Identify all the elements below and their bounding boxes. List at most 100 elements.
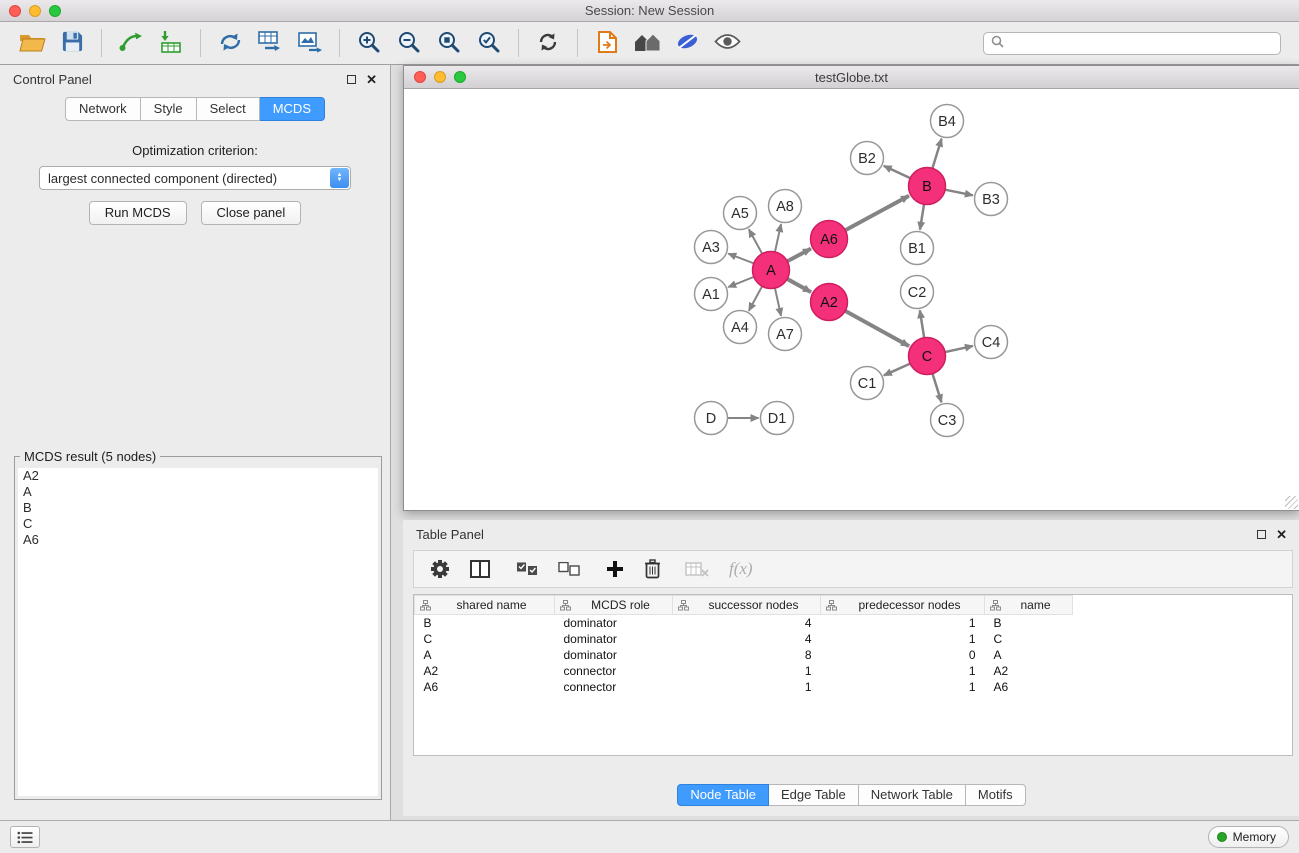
- show-columns-button[interactable]: [470, 560, 490, 578]
- graph-node-B4[interactable]: B4: [931, 105, 964, 138]
- network-from-table-button[interactable]: [250, 26, 290, 60]
- close-window-button[interactable]: [9, 5, 21, 17]
- show-hide-button[interactable]: [707, 26, 747, 60]
- save-session-button[interactable]: [52, 26, 92, 60]
- mcds-result-list[interactable]: A2ABCA6: [18, 468, 378, 796]
- network-canvas[interactable]: B4 B2 B B3 A5 A8 A6 B1 A3 A C2 A1 A2 A4 A7 C4 C C1 D D1 C3: [404, 89, 1299, 510]
- table-row[interactable]: A6connector11A6: [415, 679, 1073, 695]
- search-input[interactable]: [1009, 36, 1273, 50]
- tab-edge-table[interactable]: Edge Table: [769, 784, 859, 806]
- graph-node-B2[interactable]: B2: [851, 142, 884, 175]
- graph-edge-A-A5[interactable]: [749, 229, 762, 253]
- table-settings-button[interactable]: [430, 559, 450, 579]
- graph-edge-C-C4[interactable]: [945, 346, 973, 352]
- graph-edge-A-A8[interactable]: [775, 224, 781, 252]
- export-image-button[interactable]: [290, 26, 330, 60]
- float-panel-icon[interactable]: [347, 75, 356, 84]
- graph-edge-A2-C[interactable]: [845, 311, 909, 346]
- table-row[interactable]: Cdominator41C: [415, 631, 1073, 647]
- graph-node-D[interactable]: D: [695, 402, 728, 435]
- zoom-fit-button[interactable]: [429, 26, 469, 60]
- tab-network[interactable]: Network: [65, 97, 141, 121]
- graph-node-A8[interactable]: A8: [769, 190, 802, 223]
- task-history-button[interactable]: [10, 826, 40, 848]
- run-mcds-button[interactable]: Run MCDS: [89, 201, 187, 225]
- deselect-all-columns-button[interactable]: [558, 562, 580, 576]
- tab-network-table[interactable]: Network Table: [859, 784, 966, 806]
- mcds-result-item[interactable]: C: [18, 516, 378, 532]
- close-panel-icon[interactable]: ✕: [1276, 528, 1287, 541]
- tab-motifs[interactable]: Motifs: [966, 784, 1026, 806]
- add-column-button[interactable]: [606, 560, 624, 578]
- graph-node-C4[interactable]: C4: [975, 326, 1008, 359]
- graph-edge-A-A1[interactable]: [728, 277, 754, 287]
- network-window-titlebar[interactable]: testGlobe.txt: [404, 66, 1299, 89]
- graph-edge-B-B4[interactable]: [932, 139, 941, 169]
- table-row[interactable]: A2connector11A2: [415, 663, 1073, 679]
- graph-node-A5[interactable]: A5: [724, 197, 757, 230]
- open-file-button[interactable]: [12, 26, 52, 60]
- graph-node-B1[interactable]: B1: [901, 232, 934, 265]
- network-close-button[interactable]: [414, 71, 426, 83]
- toolbar-search[interactable]: [983, 32, 1281, 55]
- graph-edge-A-A6[interactable]: [787, 249, 811, 262]
- refresh-layout-button[interactable]: [528, 26, 568, 60]
- optimization-criterion-dropdown[interactable]: largest connected component (directed) ▲…: [39, 166, 351, 190]
- zoom-window-button[interactable]: [49, 5, 61, 17]
- graph-edge-B-B3[interactable]: [945, 190, 973, 196]
- graph-node-A1[interactable]: A1: [695, 278, 728, 311]
- table-row[interactable]: Adominator80A: [415, 647, 1073, 663]
- column-header-successor-nodes[interactable]: successor nodes: [673, 596, 821, 615]
- column-header-predecessor-nodes[interactable]: predecessor nodes: [821, 596, 985, 615]
- import-table-button[interactable]: [151, 26, 191, 60]
- graph-node-A2[interactable]: A2: [811, 284, 848, 321]
- delete-column-button[interactable]: [644, 559, 661, 579]
- column-header-MCDS-role[interactable]: MCDS role: [555, 596, 673, 615]
- node-table-container[interactable]: shared nameMCDS rolesuccessor nodesprede…: [413, 594, 1293, 756]
- mcds-result-item[interactable]: B: [18, 500, 378, 516]
- close-panel-icon[interactable]: ✕: [366, 73, 377, 86]
- graph-node-A7[interactable]: A7: [769, 318, 802, 351]
- graph-node-B3[interactable]: B3: [975, 183, 1008, 216]
- float-panel-icon[interactable]: [1257, 530, 1266, 539]
- network-zoom-button[interactable]: [454, 71, 466, 83]
- graph-edge-C-C2[interactable]: [920, 310, 924, 337]
- graph-node-A[interactable]: A: [753, 252, 790, 289]
- graph-node-D1[interactable]: D1: [761, 402, 794, 435]
- select-all-columns-button[interactable]: [516, 562, 538, 576]
- graph-edge-A-A3[interactable]: [728, 254, 753, 264]
- network-minimize-button[interactable]: [434, 71, 446, 83]
- tab-style[interactable]: Style: [141, 97, 197, 121]
- close-panel-button[interactable]: Close panel: [201, 201, 302, 225]
- graph-node-C[interactable]: C: [909, 338, 946, 375]
- graph-node-C3[interactable]: C3: [931, 404, 964, 437]
- zoom-in-button[interactable]: [349, 26, 389, 60]
- graph-edge-A-A2[interactable]: [787, 279, 811, 292]
- graph-edge-A-A4[interactable]: [749, 286, 762, 310]
- mcds-result-item[interactable]: A: [18, 484, 378, 500]
- column-header-name[interactable]: name: [985, 596, 1073, 615]
- graph-node-C1[interactable]: C1: [851, 367, 884, 400]
- network-graph[interactable]: B4 B2 B B3 A5 A8 A6 B1 A3 A C2 A1 A2 A4 A7 C4 C C1 D D1 C3: [404, 89, 1299, 510]
- mcds-result-item[interactable]: A6: [18, 532, 378, 548]
- resize-grip[interactable]: [1285, 496, 1298, 509]
- graph-edge-C-C3[interactable]: [933, 374, 942, 403]
- zoom-selected-button[interactable]: [469, 26, 509, 60]
- graph-edge-B-B1[interactable]: [920, 204, 924, 229]
- zoom-out-button[interactable]: [389, 26, 429, 60]
- open-session-button[interactable]: [587, 26, 627, 60]
- graph-node-B[interactable]: B: [909, 168, 946, 205]
- memory-button[interactable]: Memory: [1208, 826, 1289, 848]
- graph-node-A6[interactable]: A6: [811, 221, 848, 258]
- graph-node-A3[interactable]: A3: [695, 231, 728, 264]
- style-button[interactable]: [667, 26, 707, 60]
- graph-node-A4[interactable]: A4: [724, 311, 757, 344]
- table-row[interactable]: Bdominator41B: [415, 615, 1073, 631]
- tab-mcds[interactable]: MCDS: [260, 97, 325, 121]
- mcds-result-item[interactable]: A2: [18, 468, 378, 484]
- graph-edge-B-B2[interactable]: [884, 166, 910, 178]
- graph-node-C2[interactable]: C2: [901, 276, 934, 309]
- graph-edge-A6-B[interactable]: [845, 196, 909, 230]
- column-header-shared-name[interactable]: shared name: [415, 596, 555, 615]
- new-network-button[interactable]: [210, 26, 250, 60]
